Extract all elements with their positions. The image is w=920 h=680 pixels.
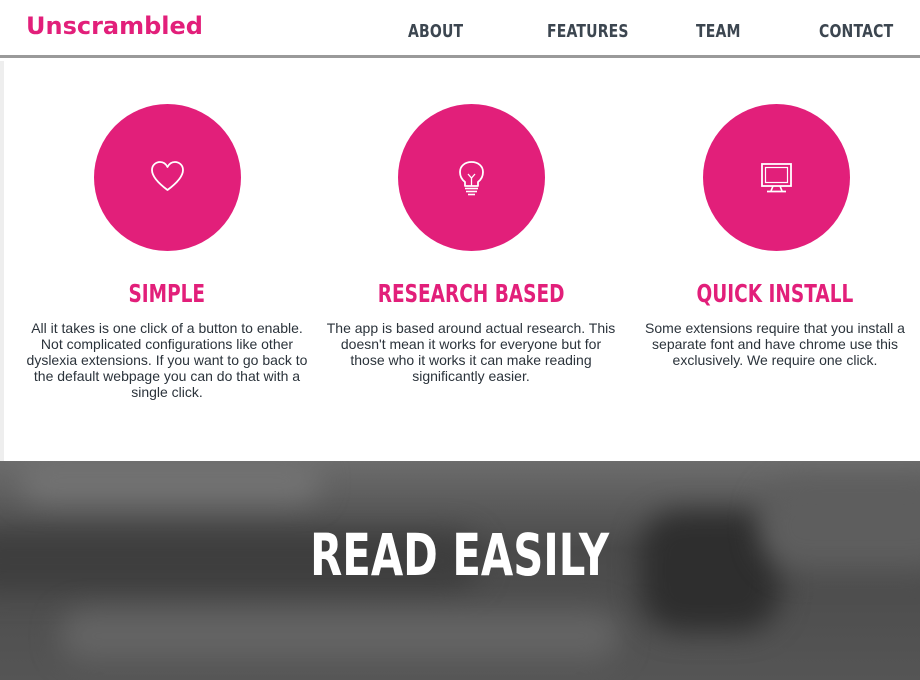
feature-icon-circle — [94, 104, 241, 251]
feature-description: The app is based around actual research.… — [326, 320, 616, 384]
hero-banner: READ EASILY — [0, 461, 920, 680]
monitor-icon — [761, 163, 792, 193]
top-navbar: Unscrambled ABOUT FEATURES TEAM CONTACT — [0, 0, 920, 58]
hero-background-blur — [20, 461, 320, 501]
brand-logo-link[interactable]: Unscrambled — [26, 12, 203, 40]
heart-icon — [151, 161, 184, 191]
feature-title: RESEARCH BASED — [377, 279, 565, 308]
feature-icon-circle — [398, 104, 545, 251]
hero-background-blur — [60, 611, 620, 661]
feature-icon-circle — [703, 104, 850, 251]
nav-link-team[interactable]: TEAM — [696, 21, 741, 42]
nav-link-contact[interactable]: CONTACT — [819, 21, 893, 42]
nav-link-about[interactable]: ABOUT — [408, 21, 463, 42]
nav-link-features[interactable]: FEATURES — [547, 21, 629, 42]
lightbulb-icon — [459, 161, 484, 196]
hero-title: READ EASILY — [310, 521, 610, 589]
feature-description: All it takes is one click of a button to… — [26, 320, 308, 400]
feature-title: QUICK INSTALL — [696, 279, 854, 308]
feature-description: Some extensions require that you install… — [645, 320, 905, 368]
features-section: SIMPLE All it takes is one click of a bu… — [0, 61, 920, 461]
feature-title: SIMPLE — [128, 279, 206, 308]
